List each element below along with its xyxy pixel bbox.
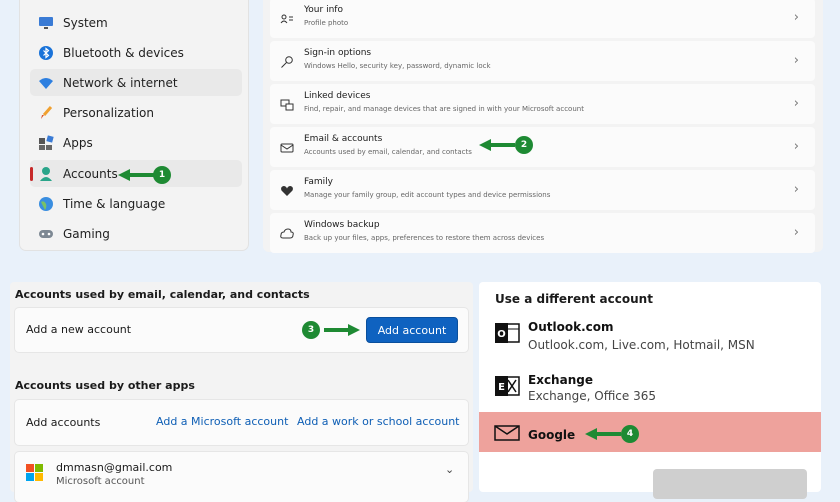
- backup-icon: [280, 226, 294, 240]
- settings-sidebar: System Bluetooth & devices Network & int…: [20, 0, 248, 250]
- wifi-icon: [38, 75, 54, 91]
- add-microsoft-account-link[interactable]: Add a Microsoft account: [156, 415, 288, 428]
- different-account-title: Use a different account: [495, 292, 653, 306]
- mail-icon: [494, 425, 520, 445]
- sidebar-item-label: Apps: [63, 135, 93, 150]
- bluetooth-icon: [38, 45, 54, 61]
- heart-icon: [280, 183, 294, 197]
- option-name: Google: [528, 428, 576, 442]
- globe-icon: [38, 196, 54, 212]
- row-title: Your info: [304, 5, 343, 15]
- email-accounts-panel: Accounts used by email, calendar, and co…: [10, 282, 473, 502]
- row-title: Family: [304, 177, 333, 187]
- callout-badge-3: 3: [302, 321, 320, 339]
- chevron-down-icon[interactable]: ⌄: [445, 463, 454, 476]
- sidebar-item-time-language[interactable]: Time & language: [30, 190, 242, 217]
- callout-badge-2: 2: [515, 136, 533, 154]
- chevron-right-icon: ›: [793, 139, 799, 154]
- add-new-account-label: Add a new account: [26, 323, 132, 336]
- account-type: Microsoft account: [56, 476, 145, 487]
- callout-badge-4: 4: [621, 425, 639, 443]
- sidebar-item-label: Personalization: [63, 105, 154, 120]
- sidebar-item-label: Gaming: [63, 226, 110, 241]
- devices-icon: [280, 97, 294, 111]
- sidebar-item-label: Network & internet: [63, 75, 178, 90]
- sidebar-item-label: Bluetooth & devices: [63, 45, 184, 60]
- callout-arrow-1: [118, 169, 154, 181]
- row-title: Sign-in options: [304, 48, 372, 58]
- key-icon: [280, 54, 294, 68]
- option-name: Outlook.com: [528, 320, 614, 334]
- row-title: Windows backup: [304, 220, 380, 230]
- apps-icon: [38, 134, 54, 151]
- chevron-right-icon: ›: [793, 96, 799, 111]
- row-subtitle: Accounts used by email, calendar, and co…: [304, 148, 472, 156]
- gamepad-icon: [38, 226, 54, 242]
- row-windows-backup[interactable]: Windows backup Back up your files, apps,…: [270, 213, 815, 253]
- different-account-panel: Use a different account O Outlook.com Ou…: [479, 282, 821, 499]
- add-work-account-link[interactable]: Add a work or school account: [297, 415, 459, 428]
- selection-indicator: [30, 167, 33, 181]
- add-accounts-card: Add accounts Add a Microsoft account Add…: [15, 400, 468, 445]
- sidebar-item-bluetooth[interactable]: Bluetooth & devices: [30, 39, 242, 66]
- row-email-accounts[interactable]: Email & accounts Accounts used by email,…: [270, 127, 815, 167]
- option-desc: Exchange, Office 365: [528, 389, 657, 403]
- row-subtitle: Back up your files, apps, preferences to…: [304, 234, 545, 242]
- sidebar-item-label: Accounts: [63, 166, 118, 181]
- add-new-account-card: Add a new account Add account: [15, 308, 468, 352]
- svg-text:E: E: [498, 382, 505, 393]
- monitor-icon: [38, 15, 54, 31]
- row-title: Linked devices: [304, 91, 371, 101]
- row-subtitle: Manage your family group, edit account t…: [304, 191, 551, 199]
- sidebar-item-label: Time & language: [63, 196, 166, 211]
- callout-arrow-2: [479, 139, 515, 151]
- accounts-settings-list: Your info Profile photo › Sign-in option…: [263, 0, 823, 253]
- sidebar-item-label: System: [63, 15, 108, 30]
- option-name: Exchange: [528, 373, 593, 387]
- person-card-icon: [280, 11, 294, 25]
- callout-arrow-3: [324, 324, 360, 336]
- chevron-right-icon: ›: [793, 53, 799, 68]
- chevron-right-icon: ›: [793, 10, 799, 25]
- row-title: Email & accounts: [304, 134, 383, 144]
- section-title-other-apps: Accounts used by other apps: [15, 379, 195, 392]
- row-subtitle: Windows Hello, security key, password, d…: [304, 62, 491, 70]
- option-desc: Outlook.com, Live.com, Hotmail, MSN: [528, 338, 755, 352]
- row-your-info[interactable]: Your info Profile photo ›: [270, 0, 815, 38]
- sidebar-item-system[interactable]: System: [30, 9, 242, 36]
- sidebar-item-apps[interactable]: Apps: [30, 129, 242, 156]
- section-title-email: Accounts used by email, calendar, and co…: [15, 288, 310, 301]
- row-family[interactable]: Family Manage your family group, edit ac…: [270, 170, 815, 210]
- account-entry-card[interactable]: dmmasn@gmail.com Microsoft account ⌄: [15, 452, 468, 502]
- row-sign-in-options[interactable]: Sign-in options Windows Hello, security …: [270, 41, 815, 81]
- chevron-right-icon: ›: [793, 225, 799, 240]
- sidebar-item-network[interactable]: Network & internet: [30, 69, 242, 96]
- sidebar-item-gaming[interactable]: Gaming: [30, 220, 242, 247]
- svg-text:O: O: [497, 329, 506, 340]
- account-email: dmmasn@gmail.com: [56, 461, 173, 474]
- sidebar-item-personalization[interactable]: Personalization: [30, 99, 242, 126]
- microsoft-logo-icon: [26, 464, 44, 486]
- row-subtitle: Profile photo: [304, 19, 349, 27]
- option-google[interactable]: Google: [479, 412, 821, 452]
- outlook-icon: O: [494, 321, 520, 349]
- callout-arrow-4: [585, 428, 621, 440]
- exchange-icon: E: [494, 374, 520, 402]
- disabled-action-button[interactable]: [653, 469, 807, 499]
- chevron-right-icon: ›: [793, 182, 799, 197]
- brush-icon: [38, 105, 54, 121]
- row-subtitle: Find, repair, and manage devices that ar…: [304, 105, 584, 113]
- row-linked-devices[interactable]: Linked devices Find, repair, and manage …: [270, 84, 815, 124]
- person-icon: [38, 166, 54, 182]
- add-accounts-label: Add accounts: [26, 416, 101, 429]
- mail-icon: [280, 140, 294, 154]
- add-account-button[interactable]: Add account: [366, 317, 458, 343]
- callout-badge-1: 1: [153, 166, 171, 184]
